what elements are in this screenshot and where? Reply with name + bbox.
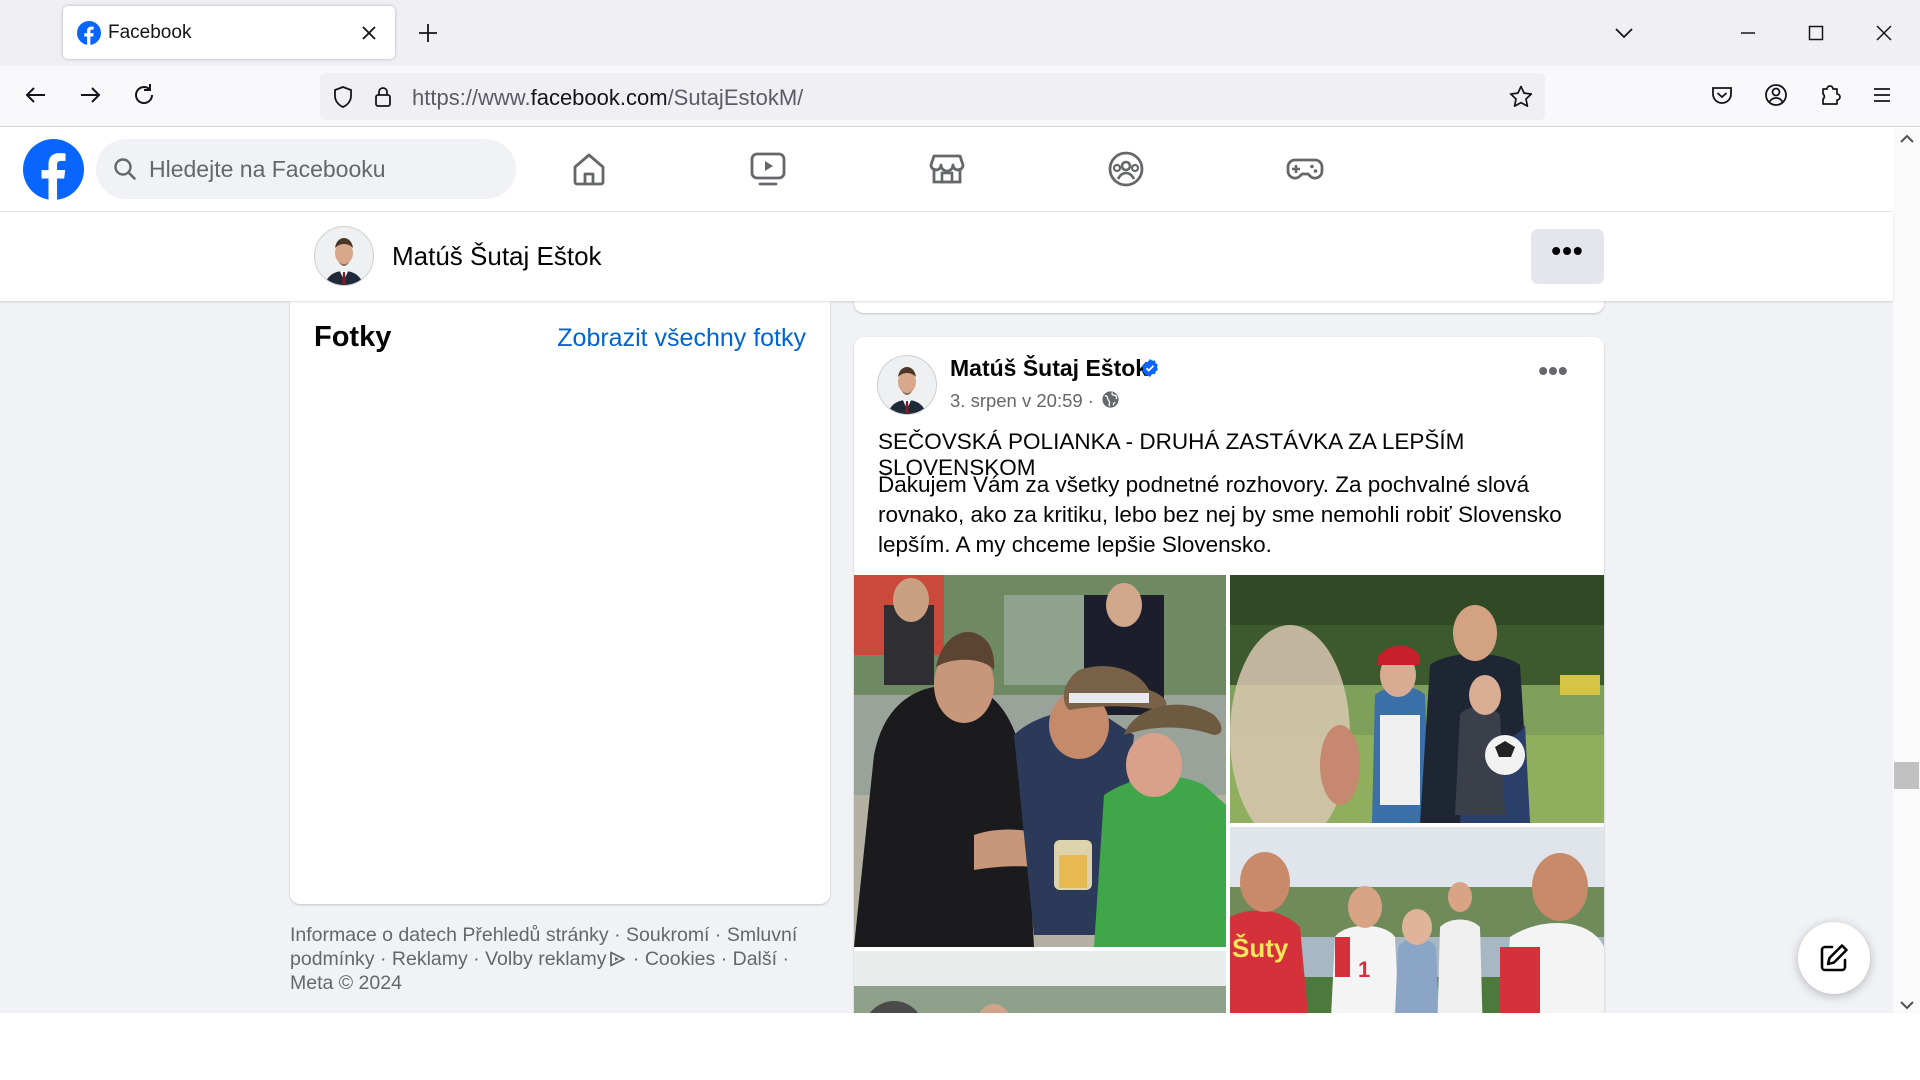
post-photo-3[interactable]: Šuty 1 <box>1230 827 1604 1013</box>
account-icon[interactable] <box>1761 80 1791 110</box>
video-icon[interactable] <box>747 148 789 190</box>
browser-tab[interactable]: Facebook <box>63 6 395 59</box>
footer-link[interactable]: Volby reklamy <box>485 948 606 970</box>
footer-link[interactable]: Soukromí <box>626 924 709 946</box>
footer-link[interactable]: Reklamy <box>392 948 468 970</box>
scroll-up-arrow-icon[interactable] <box>1898 132 1916 146</box>
url-prefix: https://www. <box>412 85 531 110</box>
scrollbar-thumb[interactable] <box>1894 762 1919 789</box>
tab-title: Facebook <box>108 22 192 43</box>
photos-title: Fotky <box>314 321 392 353</box>
ad-choices-icon[interactable] <box>609 951 627 967</box>
page-scrollbar[interactable] <box>1893 128 1920 1013</box>
lock-icon[interactable] <box>370 84 396 110</box>
more-dots-icon: ••• <box>1551 235 1584 266</box>
family-photo <box>1230 575 1604 823</box>
compose-icon <box>1820 944 1848 972</box>
marketplace-icon[interactable] <box>926 148 968 190</box>
scroll-down-arrow-icon[interactable] <box>1898 998 1916 1012</box>
post-card: Matúš Šutaj Eštok 3. srpen v 20:59 · •••… <box>854 337 1604 1013</box>
url-domain: facebook.com <box>530 85 668 110</box>
post-photo-1[interactable] <box>854 575 1226 947</box>
footer-link[interactable]: Cookies <box>645 948 715 970</box>
url-path: /SutajEstokM/ <box>667 85 804 110</box>
browser-toolbar: https://www.facebook.com/SutajEstokM/ <box>0 66 1920 127</box>
verified-badge-icon <box>1142 359 1158 377</box>
facebook-header <box>0 128 1893 212</box>
facebook-logo-icon[interactable] <box>23 139 84 200</box>
search-input[interactable] <box>149 151 499 187</box>
post-author-avatar[interactable] <box>877 355 937 415</box>
browser-tab-strip: Facebook <box>0 0 1920 66</box>
footer-link[interactable]: Další <box>733 948 777 970</box>
close-tab-icon[interactable] <box>357 21 381 45</box>
maximize-icon[interactable] <box>1801 18 1831 48</box>
extensions-icon[interactable] <box>1815 80 1845 110</box>
globe-icon <box>1102 391 1119 408</box>
page-more-button[interactable]: ••• <box>1531 229 1604 284</box>
gaming-icon[interactable] <box>1284 148 1326 190</box>
shirt-number: 1 <box>1358 957 1370 982</box>
reload-icon[interactable] <box>129 80 159 110</box>
handshake-photo <box>854 575 1226 947</box>
window-bottom-area <box>0 1013 1920 1080</box>
see-all-photos-link[interactable]: Zobrazit všechny fotky <box>557 324 806 353</box>
back-icon[interactable] <box>21 80 51 110</box>
url-text[interactable]: https://www.facebook.com/SutajEstokM/ <box>412 85 803 111</box>
forward-icon[interactable] <box>75 80 105 110</box>
crowd-photo <box>854 951 1226 1013</box>
close-window-icon[interactable] <box>1869 18 1899 48</box>
tab-list-chevron-down-icon[interactable] <box>1609 18 1639 48</box>
groups-icon[interactable] <box>1105 148 1147 190</box>
shield-icon[interactable] <box>330 84 356 110</box>
page-content: Fotky Zobrazit všechny fotky Informace o… <box>0 301 1893 1013</box>
home-icon[interactable] <box>568 148 610 190</box>
page-header: Matúš Šutaj Eštok ••• <box>0 212 1893 301</box>
post-text: Ďakujem Vám za všetky podnetné rozhovory… <box>878 472 1562 557</box>
facebook-favicon-icon <box>77 21 101 45</box>
post-photo-4[interactable] <box>854 951 1226 1013</box>
post-more-button[interactable]: ••• <box>1533 357 1573 389</box>
footer-links: Informace o datech Přehledů stránky · So… <box>290 924 798 994</box>
shirt-text: Šuty <box>1232 933 1289 963</box>
photos-card: Fotky Zobrazit všechny fotky <box>290 301 830 904</box>
footer-copyright: Meta © 2024 <box>290 972 402 994</box>
post-photo-2[interactable] <box>1230 575 1604 823</box>
bookmark-star-icon[interactable] <box>1507 83 1535 111</box>
new-message-button[interactable] <box>1798 922 1870 994</box>
search-icon <box>114 158 136 180</box>
footer-link[interactable]: Informace o datech Přehledů stránky <box>290 924 609 946</box>
pocket-icon[interactable] <box>1707 80 1737 110</box>
football-team-photo: Šuty 1 <box>1230 827 1604 1013</box>
page-name[interactable]: Matúš Šutaj Eštok <box>392 241 602 272</box>
new-tab-plus-icon[interactable] <box>414 19 442 47</box>
post-timestamp[interactable]: 3. srpen v 20:59 · <box>950 390 1094 412</box>
menu-icon[interactable] <box>1867 80 1897 110</box>
minimize-icon[interactable] <box>1733 18 1763 48</box>
post-author-name[interactable]: Matúš Šutaj Eštok <box>950 355 1148 382</box>
facebook-search[interactable] <box>96 139 516 199</box>
page-avatar[interactable] <box>314 226 374 286</box>
url-bar[interactable]: https://www.facebook.com/SutajEstokM/ <box>320 73 1545 120</box>
previous-card-bottom <box>854 301 1604 313</box>
